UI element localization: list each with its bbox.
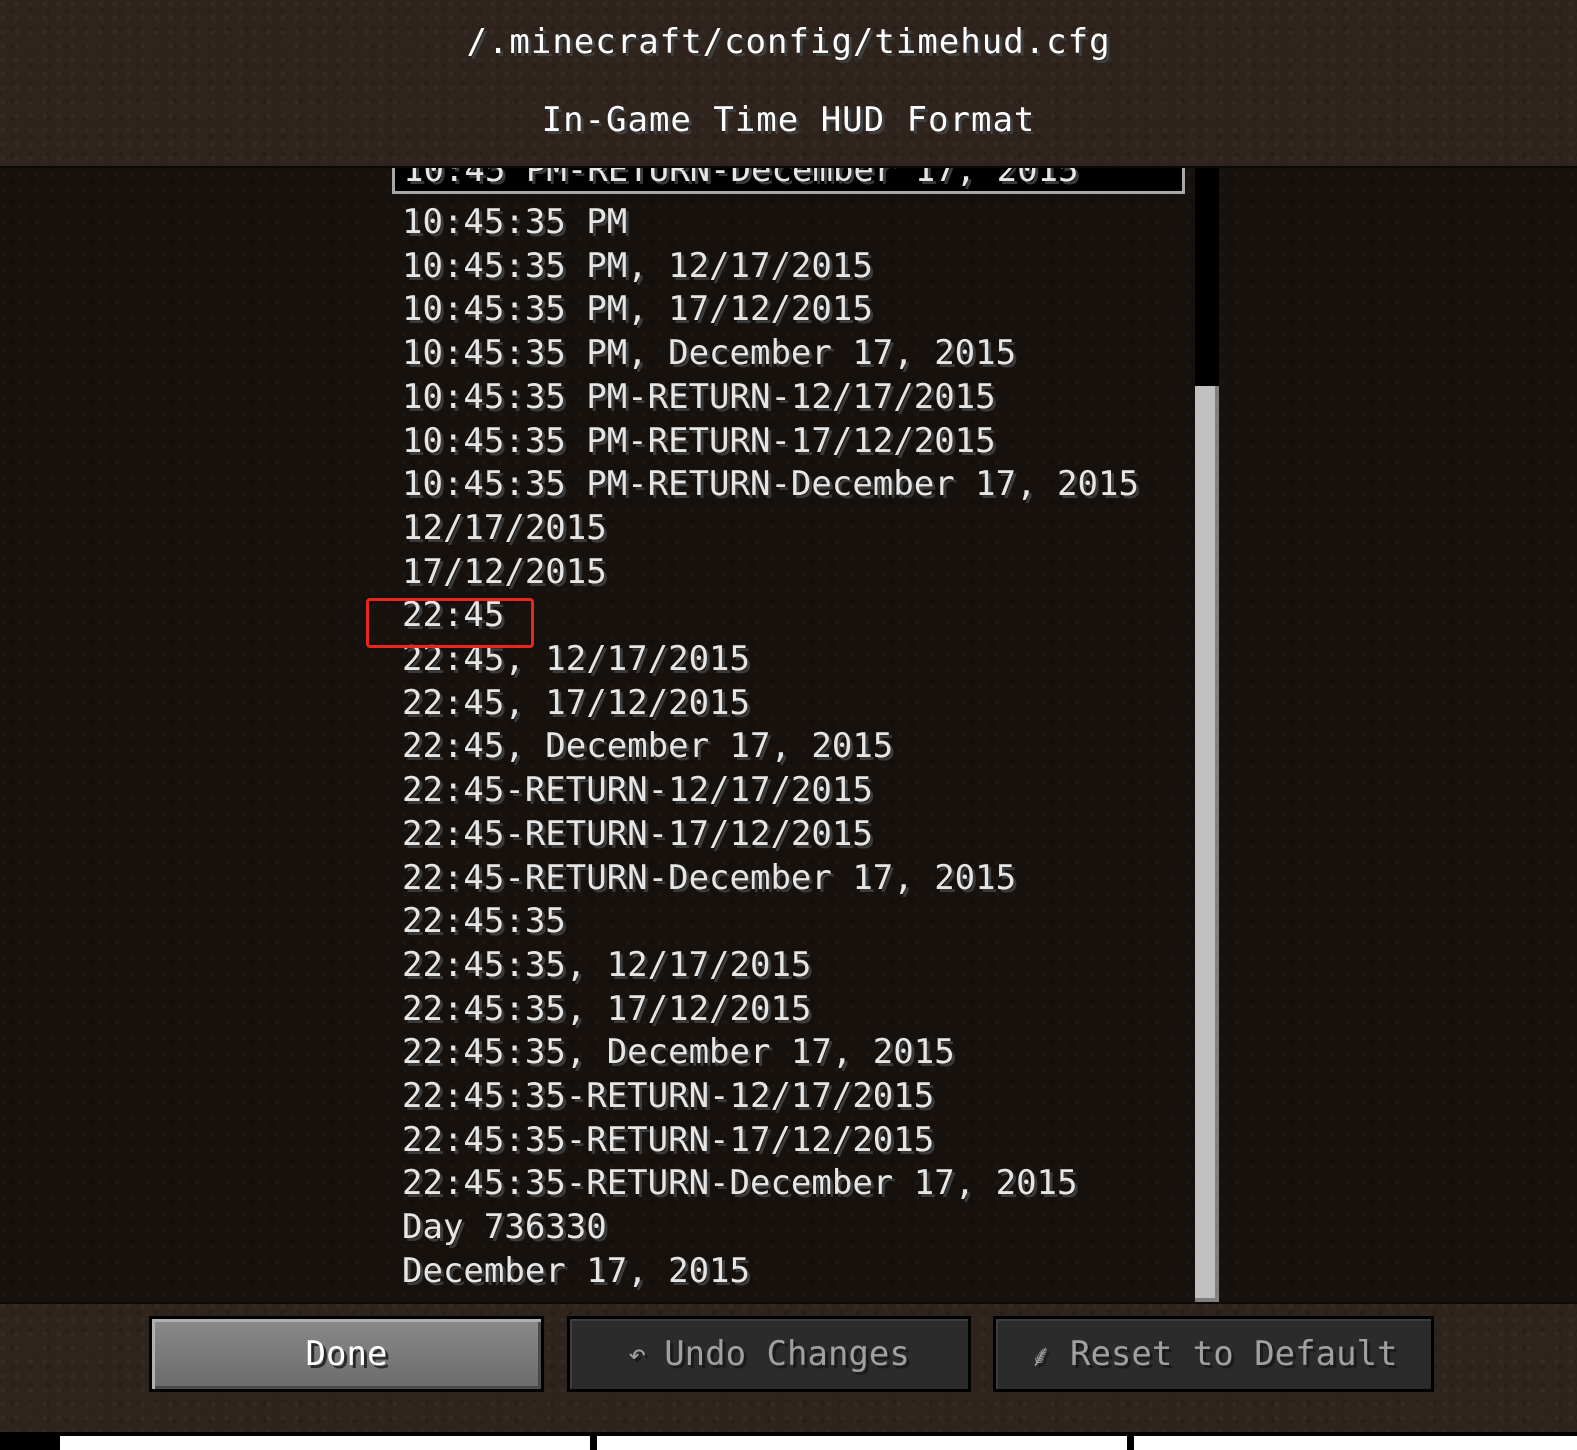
option-title: In-Game Time HUD Format [541, 100, 1036, 140]
list-item[interactable]: 22:45, 17/12/2015 [402, 681, 750, 725]
list-item[interactable]: 10:45:35 PM, 17/12/2015 [402, 287, 873, 331]
bottom-button-edge [60, 1436, 590, 1450]
undo-changes-label: Undo Changes [664, 1334, 910, 1374]
footer: Done ↶ Undo Changes ⸙ Reset to Default [0, 1302, 1577, 1450]
reset-icon: ⸙ [1029, 1338, 1052, 1374]
reset-to-default-label: Reset to Default [1069, 1334, 1398, 1374]
list-item[interactable]: 10:45:35 PM, 12/17/2015 [402, 244, 873, 288]
undo-arrow-icon: ↶ [628, 1336, 647, 1372]
list-item[interactable]: 22:45:35, 17/12/2015 [402, 987, 811, 1031]
list-item[interactable]: 10:45:35 PM-RETURN-17/12/2015 [402, 419, 996, 463]
list-item[interactable]: 22:45:35 [402, 899, 566, 943]
format-list[interactable]: 10:45 PM-RETURN-December 17, 2015 10:45:… [0, 168, 1577, 1302]
config-screen: /.minecraft/config/timehud.cfg In-Game T… [0, 0, 1577, 1450]
list-item[interactable]: 22:45-RETURN-17/12/2015 [402, 812, 873, 856]
done-button[interactable]: Done [149, 1316, 544, 1392]
list-item[interactable]: 10:45:35 PM-RETURN-12/17/2015 [402, 375, 996, 419]
reset-to-default-button[interactable]: ⸙ Reset to Default [993, 1316, 1434, 1392]
list-item[interactable]: 10:45:35 PM [402, 200, 627, 244]
bottom-button-edge [1134, 1436, 1577, 1450]
list-item[interactable]: 22:45:35-RETURN-12/17/2015 [402, 1074, 934, 1118]
list-item[interactable]: 22:45:35, 12/17/2015 [402, 943, 811, 987]
list-item[interactable]: December 17, 2015 [402, 1249, 750, 1293]
bottom-button-edge [597, 1436, 1127, 1450]
list-item-selected[interactable]: 10:45 PM-RETURN-December 17, 2015 [392, 168, 1185, 194]
bottom-buttons-edge [0, 1432, 1577, 1450]
list-item[interactable]: 10:45:35 PM, December 17, 2015 [402, 331, 1016, 375]
list-item[interactable]: 12/17/2015 [402, 506, 607, 550]
list-item[interactable]: 22:45-RETURN-December 17, 2015 [402, 856, 1016, 900]
list-item[interactable]: 17/12/2015 [402, 550, 607, 594]
undo-changes-button[interactable]: ↶ Undo Changes [567, 1316, 971, 1392]
config-path-title: /.minecraft/config/timehud.cfg [466, 22, 1111, 62]
list-item[interactable]: 22:45, 12/17/2015 [402, 637, 750, 681]
list-item[interactable]: Day 736330 [402, 1205, 607, 1249]
done-button-label: Done [305, 1334, 388, 1374]
list-item[interactable]: 22:45:35, December 17, 2015 [402, 1030, 955, 1074]
list-item[interactable]: 22:45:35-RETURN-December 17, 2015 [402, 1161, 1078, 1205]
list-item[interactable]: 22:45-RETURN-12/17/2015 [402, 768, 873, 812]
list-item[interactable]: 22:45:35-RETURN-17/12/2015 [402, 1118, 934, 1162]
list-item[interactable]: 10:45:35 PM-RETURN-December 17, 2015 [402, 462, 1139, 506]
list-item[interactable]: 22:45 [402, 593, 504, 637]
header: /.minecraft/config/timehud.cfg In-Game T… [0, 0, 1577, 168]
scrollbar-thumb[interactable] [1195, 386, 1219, 1302]
list-item[interactable]: 22:45, December 17, 2015 [402, 724, 893, 768]
